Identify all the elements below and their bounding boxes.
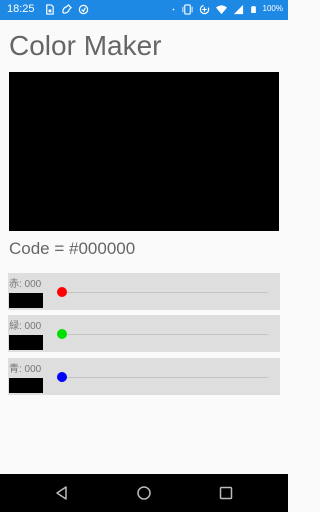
color-preview [9,72,279,231]
status-bar: 18:25 100% [0,0,288,20]
blue-slider-thumb[interactable] [57,372,67,382]
sync-icon [78,4,89,15]
data-saver-icon [199,4,209,15]
home-icon[interactable] [136,485,152,501]
color-code-label: Code = #000000 [9,239,136,258]
sim-card-icon [46,4,54,15]
dot-icon [172,8,174,11]
green-slider-thumb[interactable] [57,329,67,339]
phone-settings-icon [62,4,72,14]
screen: 18:25 100% Color Maker Code = #000000 赤:… [0,0,288,512]
vibrate-icon [181,4,193,15]
battery-icon [250,6,256,13]
wifi-icon [215,5,227,15]
green-slider-row: 緑: 000 [8,315,280,352]
red-slider-thumb[interactable] [57,287,67,297]
status-time: 18:25 [7,3,35,15]
red-slider-row: 赤: 000 [8,273,280,310]
blue-slider-row: 青: 000 [8,358,280,395]
green-value-label: 緑: 000 [9,321,42,332]
blue-value-label: 青: 000 [9,364,42,375]
red-swatch [9,293,43,308]
battery-percent: 100% [262,4,283,13]
status-right-icons: 100% [171,4,283,15]
blue-swatch [9,378,43,393]
green-slider-track[interactable] [62,334,268,335]
app-title: Color Maker [9,30,162,61]
blue-slider-track[interactable] [62,377,268,378]
recent-apps-icon[interactable] [218,485,234,501]
red-slider-track[interactable] [62,292,268,293]
signal-icon [233,4,243,15]
green-swatch [9,335,43,350]
status-left-icons [44,4,89,15]
navigation-bar [0,474,288,512]
red-value-label: 赤: 000 [9,279,42,290]
back-icon[interactable] [54,485,70,501]
